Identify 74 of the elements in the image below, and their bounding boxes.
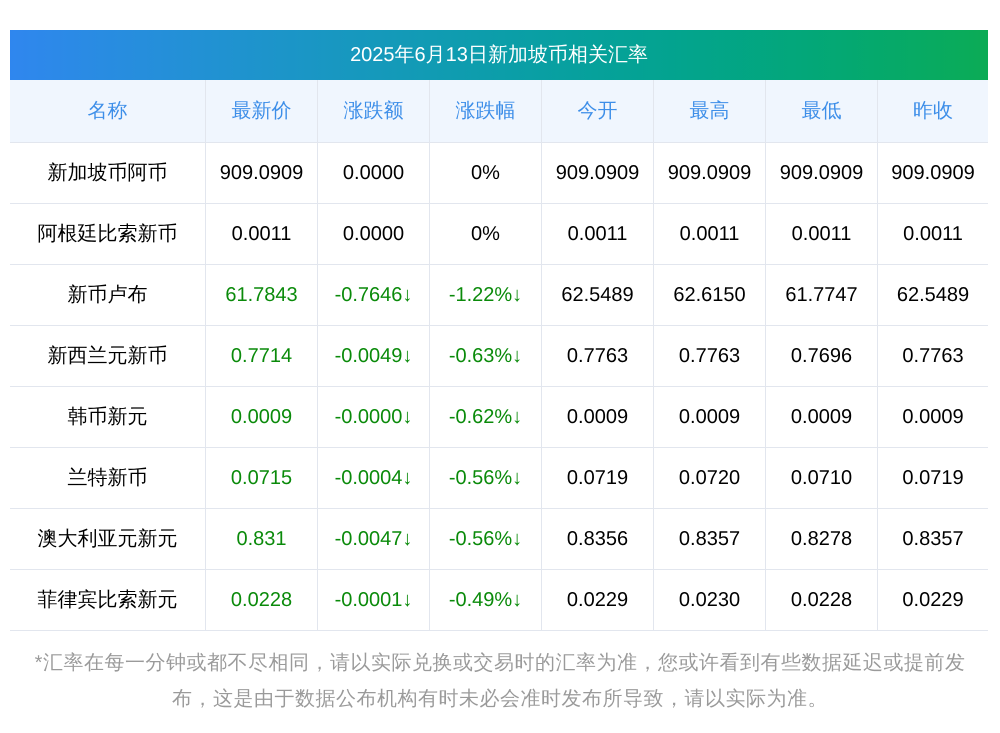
table-cell-text: 菲律宾比索新元: [36, 588, 178, 613]
table-cell: 0.0009: [541, 387, 653, 447]
table-cell: 0.8357: [653, 509, 765, 569]
table-cell: -0.0049↓: [317, 326, 429, 386]
disclaimer-text: *汇率在每一分钟或都不尽相同，请以实际兑换或交易时的汇率为准，您或许看到有些数据延迟或提前发布，这是由于数据公布机构有时未必会准时发布所导致，请以实际为准。: [34, 651, 966, 712]
table-cell-text: 韩币新元: [66, 405, 148, 430]
column-header: 今开: [541, 80, 653, 142]
table-cell: 0.0000: [317, 204, 429, 264]
table-cell: 0.0011: [877, 204, 988, 264]
table-cell: 0%: [429, 204, 541, 264]
table-cell-text: 新西兰元新币: [46, 344, 168, 369]
table-cell: -0.49%↓: [429, 570, 541, 630]
table-cell: 61.7747: [765, 265, 877, 325]
table-cell: 0.0228: [765, 570, 877, 630]
column-header: 涨跌幅: [429, 80, 541, 142]
table-cell-text: 阿根廷比索新币: [36, 222, 178, 247]
table-cell: 0.0011: [765, 204, 877, 264]
column-header: 名称: [86, 99, 128, 124]
table-cell: 0.0715: [205, 448, 317, 508]
table-cell: 909.0909: [205, 143, 317, 203]
table-cell: 0.0011: [541, 204, 653, 264]
table-cell: -0.0000↓: [317, 387, 429, 447]
table-title: 2025年6月13日新加坡币相关汇率: [10, 30, 988, 80]
table-cell: 0.0720: [653, 448, 765, 508]
table-cell: 0.831: [205, 509, 317, 569]
table-cell: 0.7763: [541, 326, 653, 386]
table-cell: 0.0009: [205, 387, 317, 447]
table-cell: 61.7843: [205, 265, 317, 325]
table-cell: -0.0001↓: [317, 570, 429, 630]
table-cell: -0.7646↓: [317, 265, 429, 325]
table-cell: 909.0909: [877, 143, 988, 203]
table-cell: 0.0009: [653, 387, 765, 447]
table-cell: 0.7763: [877, 326, 988, 386]
table-cell: 0.0000: [317, 143, 429, 203]
table-cell: 909.0909: [653, 143, 765, 203]
column-header: 最新价: [205, 80, 317, 142]
table-cell-text: 新币卢布: [66, 283, 148, 308]
column-header: 昨收: [877, 80, 988, 142]
table-cell: -0.0047↓: [317, 509, 429, 569]
table-cell: 0.0719: [877, 448, 988, 508]
table-cell: 0.7696: [765, 326, 877, 386]
table-cell: 62.5489: [877, 265, 988, 325]
table-cell: -0.56%↓: [429, 448, 541, 508]
table-cell: 0.7763: [653, 326, 765, 386]
table-cell: 0.0229: [877, 570, 988, 630]
table-cell: 0.7714: [205, 326, 317, 386]
table-cell: 0.0710: [765, 448, 877, 508]
table-cell: -0.63%↓: [429, 326, 541, 386]
table-cell: 0.0009: [765, 387, 877, 447]
table-cell: 0.0009: [877, 387, 988, 447]
table-cell: 0.8357: [877, 509, 988, 569]
table-cell: -0.62%↓: [429, 387, 541, 447]
table-cell: 0.8278: [765, 509, 877, 569]
table-cell: 0%: [429, 143, 541, 203]
table-cell: -0.56%↓: [429, 509, 541, 569]
table-cell: 909.0909: [765, 143, 877, 203]
table-cell-text: 澳大利亚元新元: [36, 527, 178, 552]
table-cell: 0.0228: [205, 570, 317, 630]
table-cell: 0.0011: [653, 204, 765, 264]
table-cell: -1.22%↓: [429, 265, 541, 325]
table-cell: 62.6150: [653, 265, 765, 325]
table-cell: 909.0909: [541, 143, 653, 203]
table-cell: 0.0230: [653, 570, 765, 630]
column-header: 最高: [653, 80, 765, 142]
table-cell: 62.5489: [541, 265, 653, 325]
table-cell: 0.8356: [541, 509, 653, 569]
table-cell: -0.0004↓: [317, 448, 429, 508]
table-cell: 0.0011: [205, 204, 317, 264]
table-cell-text: 兰特新币: [66, 466, 148, 491]
column-header: 最低: [765, 80, 877, 142]
table-cell: 0.0229: [541, 570, 653, 630]
column-header: 涨跌额: [317, 80, 429, 142]
table-cell: 0.0719: [541, 448, 653, 508]
table-cell-text: 新加坡币阿币: [46, 161, 168, 186]
